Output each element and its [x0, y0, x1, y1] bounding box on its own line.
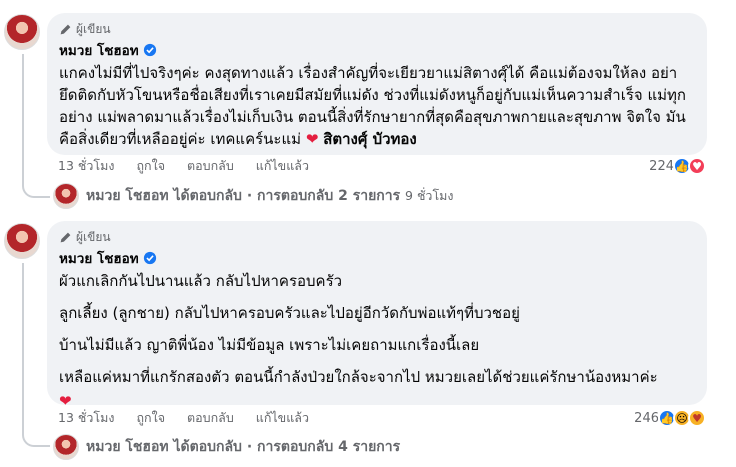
- comment-actions: 13 ชั่วโมง ถูกใจ ตอบกลับ แก้ไขแล้ว: [58, 409, 309, 427]
- edited-label: แก้ไขแล้ว: [255, 158, 309, 173]
- love-reaction-icon: ♥: [688, 157, 706, 175]
- comment-bubble: ผู้เขียน หมวย โชฮอท ผัวแกเลิกกันไปนานแล้…: [47, 221, 707, 410]
- edited-label: แก้ไขแล้ว: [255, 410, 309, 425]
- pen-icon: [60, 24, 71, 34]
- thread-line: [22, 54, 24, 182]
- thread-curve: [22, 431, 50, 447]
- author-badge-label: ผู้เขียน: [76, 21, 111, 36]
- comment-2: ผู้เขียน หมวย โชฮอท ผัวแกเลิกกันไปนานแล้…: [0, 217, 736, 467]
- reply-summary-text: ได้ตอบกลับ · การตอบกลับ 2 รายการ: [173, 188, 401, 204]
- view-replies[interactable]: หมวย โชฮอท ได้ตอบกลับ · การตอบกลับ 2 ราย…: [53, 183, 454, 209]
- comment-1: ผู้เขียน หมวย โชฮอท แกคงไม่มีที่ไปจริงๆค…: [0, 0, 736, 217]
- heart-emoji-icon: ❤: [305, 130, 319, 148]
- thread-line: [22, 263, 24, 431]
- avatar[interactable]: [4, 14, 40, 50]
- author-badge-label: ผู้เขียน: [76, 229, 111, 244]
- reaction-count: 246: [634, 410, 659, 426]
- comment-time[interactable]: 13 ชั่วโมง: [58, 156, 114, 176]
- verified-icon: [143, 251, 156, 265]
- mention-link[interactable]: สิตางศุ์ บัวทอง: [323, 130, 417, 148]
- reaction-summary[interactable]: 224 👍 ♥: [649, 156, 706, 176]
- comment-actions: 13 ชั่วโมง ถูกใจ ตอบกลับ แก้ไขแล้ว: [58, 157, 309, 175]
- comment-text-2: ลูกเลี้ยง (ลูกชาย) กลับไปหาครอบครัวและไป…: [59, 304, 520, 322]
- comment-time[interactable]: 13 ชั่วโมง: [58, 408, 114, 428]
- comment-bubble: ผู้เขียน หมวย โชฮอท แกคงไม่มีที่ไปจริงๆค…: [47, 13, 707, 155]
- avatar[interactable]: [4, 223, 40, 259]
- reaction-summary[interactable]: 246 👍 ☹ ♥: [634, 408, 706, 428]
- author-name[interactable]: หมวย โชฮอท: [59, 247, 139, 269]
- comment-text-1: ผัวแกเลิกกันไปนานแล้ว กลับไปหาครอบครัว: [59, 272, 343, 290]
- reply-button[interactable]: ตอบกลับ: [187, 156, 234, 176]
- author-name[interactable]: หมวย โชฮอท: [59, 39, 139, 61]
- pen-icon: [60, 232, 71, 242]
- reply-summary-text: ได้ตอบกลับ · การตอบกลับ 4 รายการ: [173, 439, 401, 455]
- author-badge: ผู้เขียน: [59, 229, 695, 245]
- author-badge: ผู้เขียน: [59, 21, 695, 37]
- care-reaction-icon: ♥: [688, 409, 706, 427]
- comment-text-4: เหลือแค่หมาที่แกรักสองตัว ตอนนี้กำลังป่ว…: [59, 368, 658, 386]
- like-button[interactable]: ถูกใจ: [136, 156, 165, 176]
- reaction-count: 224: [649, 158, 674, 174]
- reply-avatar: [53, 434, 79, 460]
- reply-author: หมวย โชฮอท: [86, 439, 169, 455]
- comment-text-3: บ้านไม่มีแล้ว ญาติพี่น้อง ไม่มีข้อมูล เพ…: [59, 336, 480, 354]
- reply-button[interactable]: ตอบกลับ: [187, 408, 234, 428]
- thread-curve: [22, 182, 50, 198]
- reply-author: หมวย โชฮอท: [86, 188, 169, 204]
- view-replies[interactable]: หมวย โชฮอท ได้ตอบกลับ · การตอบกลับ 4 ราย…: [53, 434, 400, 460]
- verified-icon: [143, 43, 156, 57]
- reply-avatar: [53, 183, 79, 209]
- like-button[interactable]: ถูกใจ: [136, 408, 165, 428]
- reply-time: 9 ชั่วโมง: [405, 188, 454, 203]
